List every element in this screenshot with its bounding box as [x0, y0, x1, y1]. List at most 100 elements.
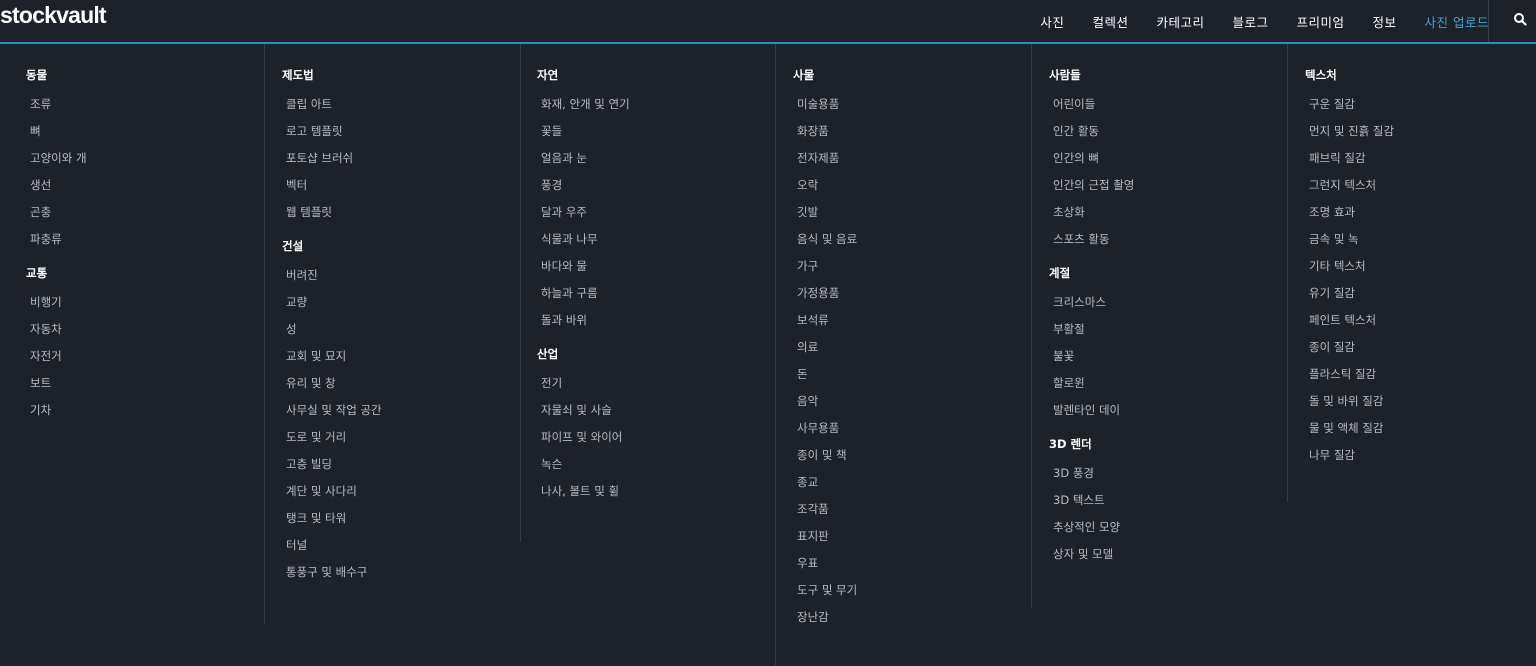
category-link[interactable]: 곤충: [30, 204, 51, 220]
category-link[interactable]: 버려진: [286, 267, 318, 283]
nav-collections[interactable]: 컬렉션: [1092, 12, 1128, 31]
category-link[interactable]: 비행기: [30, 294, 62, 310]
category-link[interactable]: 그런지 텍스처: [1309, 177, 1376, 193]
category-link[interactable]: 음악: [797, 393, 818, 409]
category-link[interactable]: 보석류: [797, 312, 829, 328]
category-link[interactable]: 조명 효과: [1309, 204, 1355, 220]
category-link[interactable]: 도로 및 거리: [286, 429, 346, 445]
category-link[interactable]: 돈: [797, 366, 808, 382]
category-link[interactable]: 고양이와 개: [30, 150, 87, 166]
category-link[interactable]: 종이 질감: [1309, 339, 1355, 355]
category-link[interactable]: 전기: [541, 375, 562, 391]
category-link[interactable]: 우표: [797, 555, 818, 571]
category-link[interactable]: 먼지 및 진흙 질감: [1309, 123, 1394, 139]
category-link[interactable]: 웹 템플릿: [286, 204, 332, 220]
category-link[interactable]: 유리 및 창: [286, 375, 336, 391]
nav-photos[interactable]: 사진: [1040, 12, 1064, 31]
category-link[interactable]: 인간의 근접 촬영: [1053, 177, 1134, 193]
category-link[interactable]: 오락: [797, 177, 818, 193]
category-link[interactable]: 통풍구 및 배수구: [286, 564, 367, 580]
category-link[interactable]: 종교: [797, 474, 818, 490]
category-link[interactable]: 돌과 바위: [541, 312, 587, 328]
category-link[interactable]: 유기 질감: [1309, 285, 1355, 301]
category-link[interactable]: 고층 빌딩: [286, 456, 332, 472]
category-link[interactable]: 금속 및 녹: [1309, 231, 1359, 247]
category-link[interactable]: 물 및 액체 질감: [1309, 420, 1383, 436]
category-heading[interactable]: 산업: [537, 346, 558, 362]
category-link[interactable]: 화재, 안개 및 연기: [541, 96, 630, 112]
category-link[interactable]: 종이 및 책: [797, 447, 847, 463]
category-heading[interactable]: 교통: [26, 265, 47, 281]
category-link[interactable]: 꽃들: [541, 123, 562, 139]
category-heading[interactable]: 동물: [26, 67, 47, 83]
category-link[interactable]: 플라스틱 질감: [1309, 366, 1376, 382]
category-link[interactable]: 어린이들: [1053, 96, 1095, 112]
search-button[interactable]: [1510, 9, 1530, 29]
nav-upload-photo[interactable]: 사진 업로드: [1425, 12, 1489, 31]
category-link[interactable]: 바다와 물: [541, 258, 587, 274]
category-link[interactable]: 추상적인 모양: [1053, 519, 1120, 535]
category-link[interactable]: 풍경: [541, 177, 562, 193]
category-heading[interactable]: 계절: [1049, 265, 1070, 281]
category-heading[interactable]: 제도법: [282, 67, 314, 83]
category-link[interactable]: 벡터: [286, 177, 307, 193]
category-link[interactable]: 보트: [30, 375, 51, 391]
category-link[interactable]: 사무용품: [797, 420, 839, 436]
category-link[interactable]: 페인트 텍스처: [1309, 312, 1376, 328]
category-link[interactable]: 발렌타인 데이: [1053, 402, 1120, 418]
category-link[interactable]: 자물쇠 및 사슬: [541, 402, 612, 418]
category-link[interactable]: 교량: [286, 294, 307, 310]
category-link[interactable]: 인간 활동: [1053, 123, 1099, 139]
category-link[interactable]: 도구 및 무기: [797, 582, 857, 598]
category-heading[interactable]: 사람들: [1049, 67, 1081, 83]
category-link[interactable]: 크리스마스: [1053, 294, 1106, 310]
category-link[interactable]: 성: [286, 321, 297, 337]
category-link[interactable]: 교회 및 묘지: [286, 348, 346, 364]
category-link[interactable]: 파이프 및 와이어: [541, 429, 622, 445]
category-link[interactable]: 녹슨: [541, 456, 562, 472]
category-heading[interactable]: 자연: [537, 67, 558, 83]
category-heading[interactable]: 건설: [282, 238, 303, 254]
category-link[interactable]: 깃발: [797, 204, 818, 220]
category-link[interactable]: 얼음과 눈: [541, 150, 587, 166]
category-link[interactable]: 미술용품: [797, 96, 839, 112]
category-link[interactable]: 식물과 나무: [541, 231, 598, 247]
category-link[interactable]: 터널: [286, 537, 307, 553]
nav-premium[interactable]: 프리미엄: [1296, 12, 1344, 31]
category-link[interactable]: 자전거: [30, 348, 62, 364]
category-link[interactable]: 의료: [797, 339, 818, 355]
category-link[interactable]: 자동차: [30, 321, 62, 337]
category-link[interactable]: 3D 풍경: [1053, 465, 1094, 481]
category-link[interactable]: 할로윈: [1053, 375, 1085, 391]
category-link[interactable]: 조각품: [797, 501, 829, 517]
nav-blog[interactable]: 블로그: [1232, 12, 1268, 31]
category-link[interactable]: 스포츠 활동: [1053, 231, 1110, 247]
category-link[interactable]: 생선: [30, 177, 51, 193]
category-link[interactable]: 뼈: [30, 123, 41, 139]
category-link[interactable]: 패브릭 질감: [1309, 150, 1366, 166]
category-link[interactable]: 계단 및 사다리: [286, 483, 357, 499]
category-link[interactable]: 불꽃: [1053, 348, 1074, 364]
category-link[interactable]: 돌 및 바위 질감: [1309, 393, 1383, 409]
category-link[interactable]: 조류: [30, 96, 51, 112]
stockvault-logo[interactable]: stockvault: [0, 2, 107, 29]
category-link[interactable]: 포토샵 브러쉬: [286, 150, 353, 166]
category-link[interactable]: 가정용품: [797, 285, 839, 301]
category-link[interactable]: 초상화: [1053, 204, 1085, 220]
category-link[interactable]: 구운 질감: [1309, 96, 1355, 112]
category-link[interactable]: 화장품: [797, 123, 829, 139]
category-link[interactable]: 클립 아트: [286, 96, 332, 112]
category-link[interactable]: 기차: [30, 402, 51, 418]
category-link[interactable]: 사무실 및 작업 공간: [286, 402, 382, 418]
category-link[interactable]: 파충류: [30, 231, 62, 247]
category-link[interactable]: 하늘과 구름: [541, 285, 598, 301]
category-link[interactable]: 전자제품: [797, 150, 839, 166]
category-link[interactable]: 음식 및 음료: [797, 231, 857, 247]
nav-about[interactable]: 정보: [1373, 12, 1397, 31]
category-link[interactable]: 탱크 및 타워: [286, 510, 346, 526]
category-heading[interactable]: 텍스처: [1305, 67, 1337, 83]
category-link[interactable]: 3D 텍스트: [1053, 492, 1105, 508]
category-heading[interactable]: 사물: [793, 67, 814, 83]
category-link[interactable]: 나무 질감: [1309, 447, 1355, 463]
category-link[interactable]: 부활절: [1053, 321, 1085, 337]
